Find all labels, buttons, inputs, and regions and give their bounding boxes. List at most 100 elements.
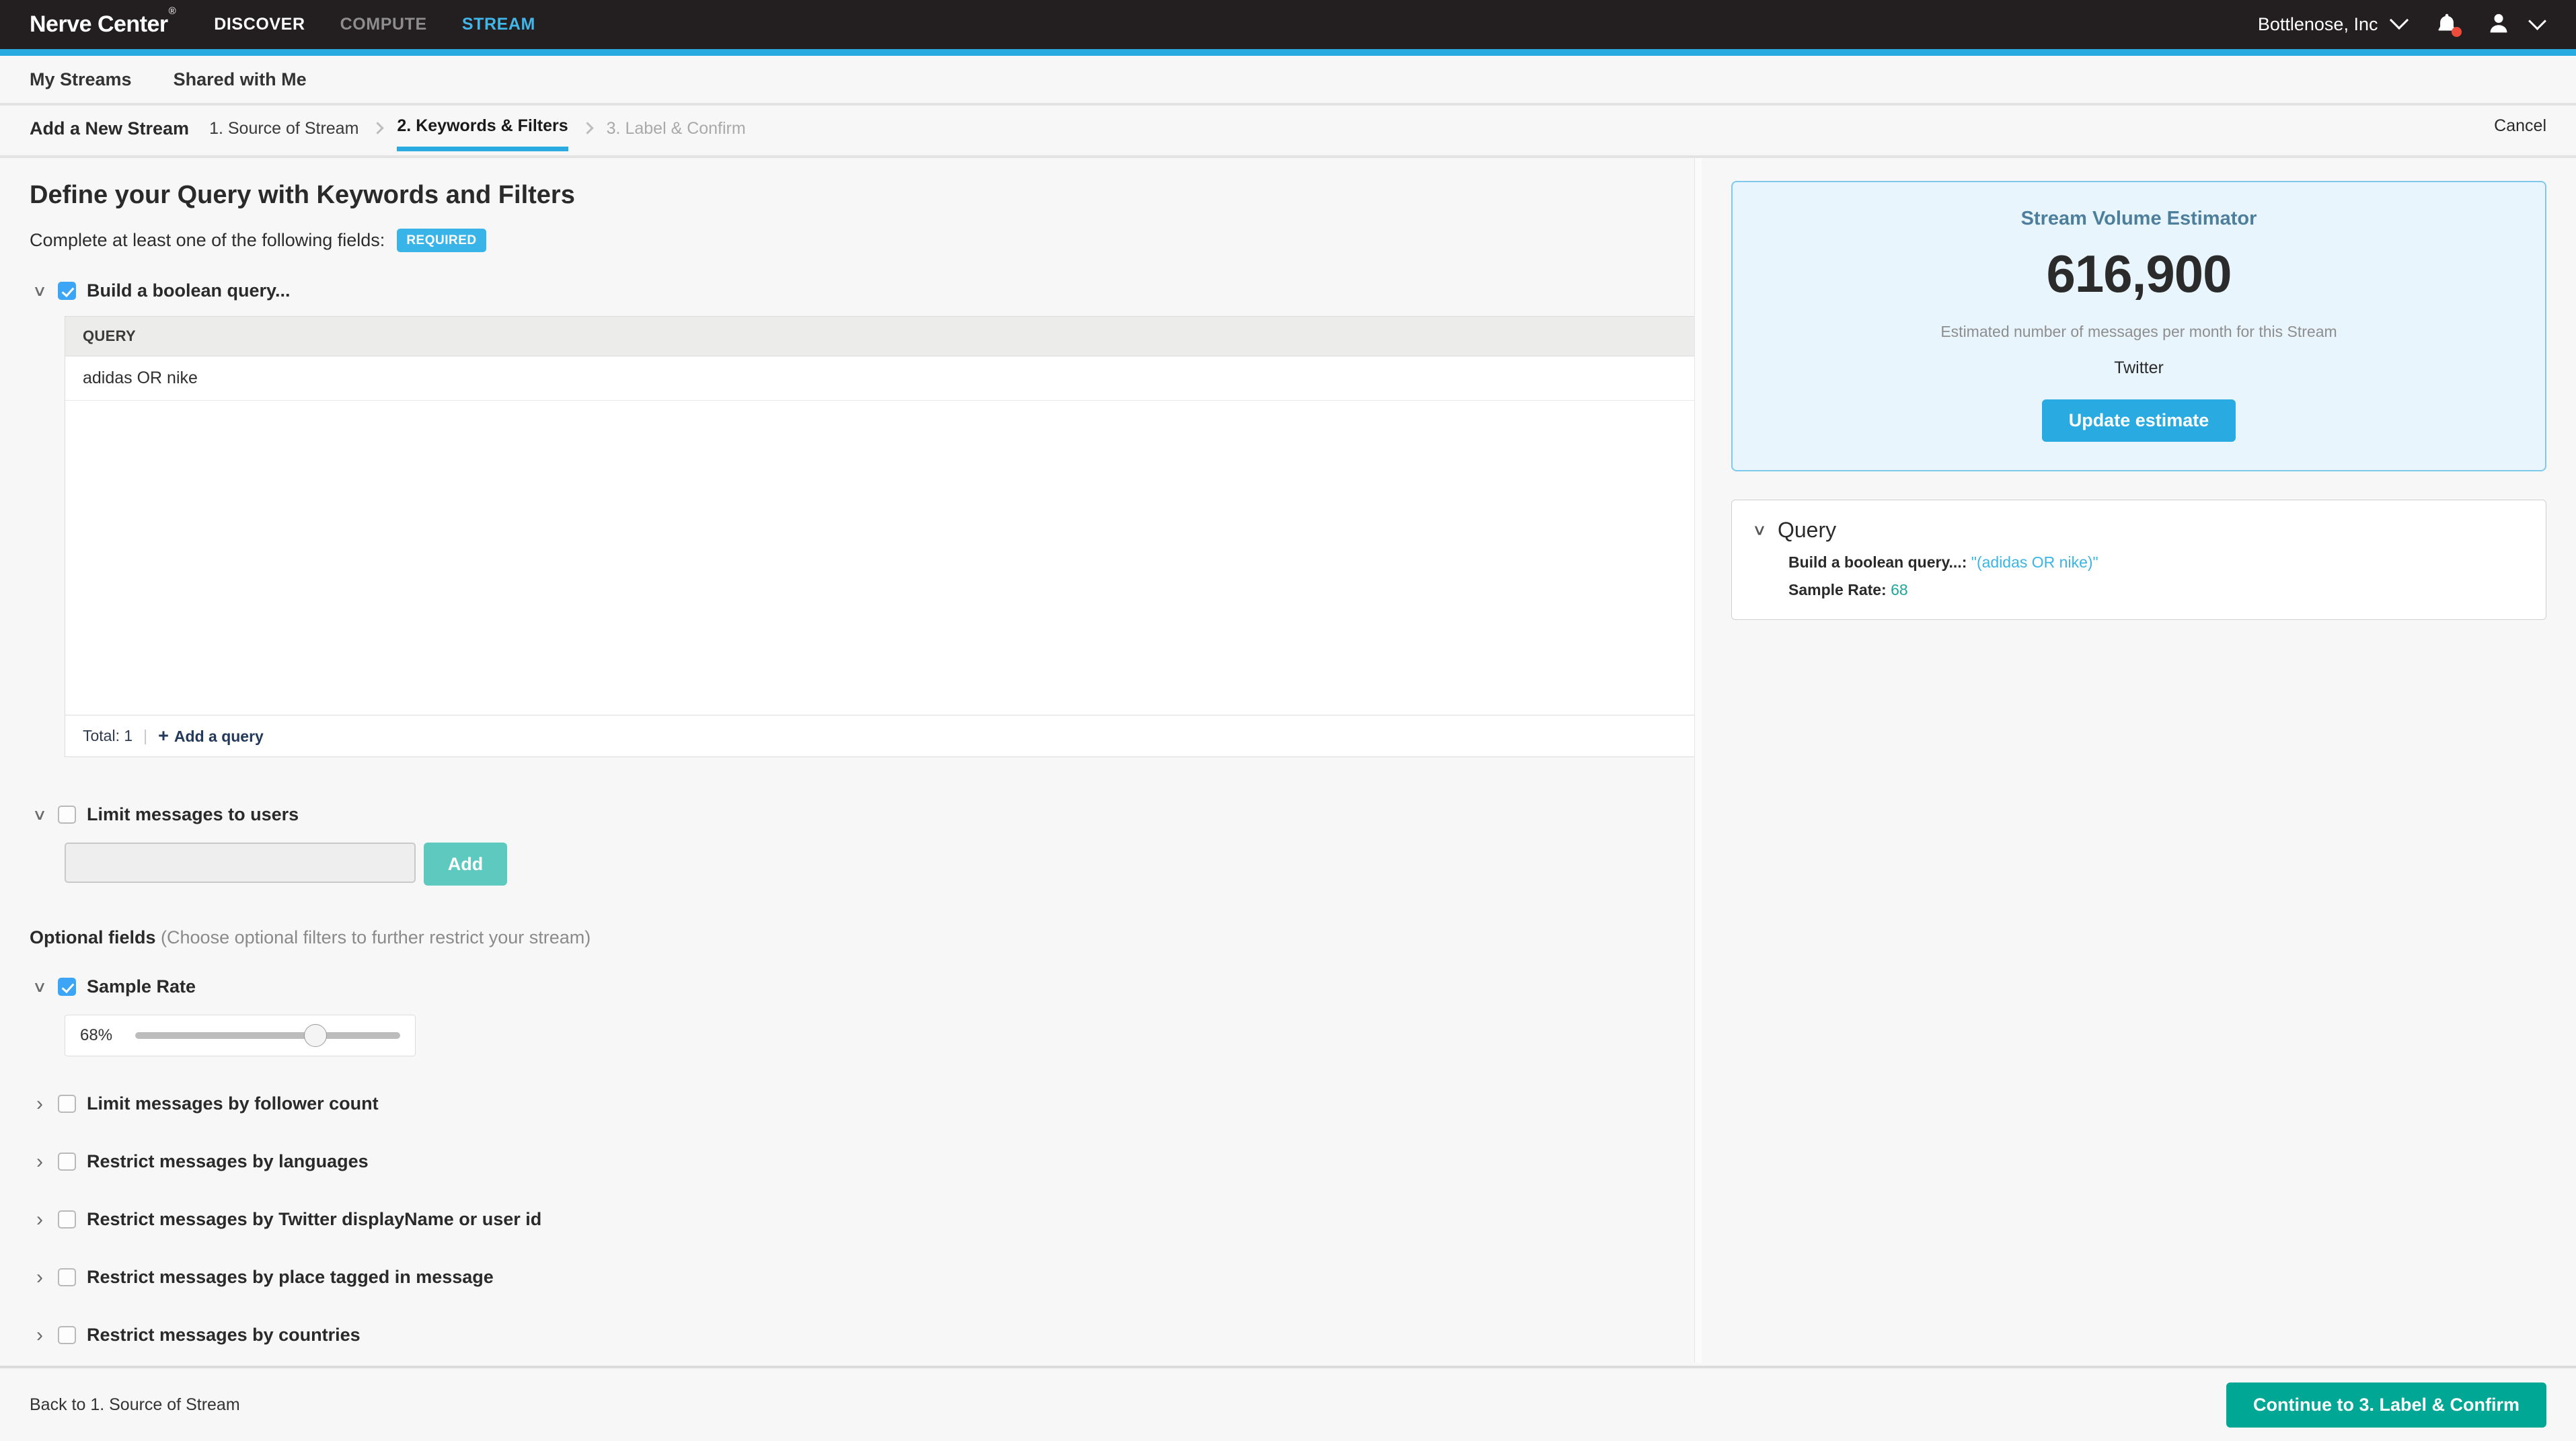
query-summary-boolean-label: Build a boolean query...: bbox=[1788, 553, 1967, 571]
query-summary-boolean-value: "(adidas OR nike)" bbox=[1971, 553, 2098, 571]
footer-divider: | bbox=[143, 727, 148, 744]
back-to-source-link[interactable]: Back to 1. Source of Stream bbox=[30, 1395, 240, 1415]
sample-rate-value-label: 68% bbox=[80, 1026, 113, 1044]
registered-trademark-icon: ® bbox=[168, 5, 176, 17]
wizard-footer: Back to 1. Source of Stream Continue to … bbox=[0, 1366, 2576, 1441]
summary-sidebar: Stream Volume Estimator 616,900 Estimate… bbox=[1702, 158, 2576, 1363]
chevron-right-icon bbox=[580, 121, 594, 134]
stream-tabs-bar: My Streams Shared with Me bbox=[0, 56, 2576, 106]
optional-filter-checkbox[interactable] bbox=[58, 1210, 76, 1229]
sample-rate-slider-track[interactable] bbox=[135, 1024, 400, 1047]
chevron-down-icon[interactable]: ∨ bbox=[30, 979, 50, 995]
query-summary-sample-label: Sample Rate: bbox=[1788, 581, 1887, 598]
query-total-label: Total: 1 bbox=[83, 727, 133, 744]
continue-button[interactable]: Continue to 3. Label & Confirm bbox=[2226, 1382, 2546, 1428]
chevron-right-icon[interactable]: › bbox=[30, 1267, 50, 1288]
optional-fields-title: Optional fields bbox=[30, 927, 156, 947]
query-table: QUERY adidas OR nike Total: 1 | + Add a q… bbox=[65, 316, 1702, 757]
optional-filter-label: Restrict messages by place tagged in mes… bbox=[87, 1267, 494, 1287]
app-logo-text: Nerve Center bbox=[30, 11, 168, 37]
sample-rate-slider-box: 68% bbox=[65, 1015, 416, 1056]
org-selector[interactable]: Bottlenose, Inc bbox=[2258, 10, 2409, 35]
breadcrumb: Add a New Stream 1. Source of Stream 2. … bbox=[0, 106, 2576, 158]
user-menu-chevron-down-icon[interactable] bbox=[2528, 12, 2546, 30]
primary-nav-links: DISCOVER COMPUTE STREAM bbox=[214, 15, 535, 34]
optional-fields-heading: Optional fields (Choose optional filters… bbox=[30, 927, 1702, 948]
limit-users-label: Limit messages to users bbox=[87, 804, 299, 824]
sample-rate-section-header: ∨ Sample Rate bbox=[30, 976, 1702, 997]
optional-filter-checkbox[interactable] bbox=[58, 1095, 76, 1113]
add-query-label: Add a query bbox=[174, 728, 264, 745]
chevron-right-icon[interactable]: › bbox=[30, 1151, 50, 1172]
user-icon bbox=[2490, 13, 2507, 33]
query-summary-title: Query bbox=[1777, 518, 1837, 542]
optional-filter-row: › Limit messages by follower count bbox=[30, 1093, 1702, 1114]
top-navigation-bar: Nerve Center® DISCOVER COMPUTE STREAM Bo… bbox=[0, 0, 2576, 49]
boolean-query-section-header: ∨ Build a boolean query... bbox=[30, 280, 1702, 301]
chevron-right-icon[interactable]: › bbox=[30, 1325, 50, 1346]
top-nav-right-group: Bottlenose, Inc bbox=[2258, 10, 2546, 38]
boolean-query-label: Build a boolean query... bbox=[87, 280, 291, 301]
optional-filter-label: Restrict messages by countries bbox=[87, 1325, 361, 1345]
limit-users-checkbox[interactable] bbox=[58, 806, 76, 824]
sample-rate-slider-thumb[interactable] bbox=[303, 1024, 327, 1047]
table-row[interactable]: adidas OR nike bbox=[65, 356, 1701, 401]
optional-filter-row: › Restrict messages by languages bbox=[30, 1151, 1702, 1172]
stream-volume-estimator-card: Stream Volume Estimator 616,900 Estimate… bbox=[1731, 181, 2546, 471]
required-notice-text: Complete at least one of the following f… bbox=[30, 230, 385, 250]
filters-panel: Define your Query with Keywords and Filt… bbox=[0, 158, 1702, 1363]
tab-my-streams[interactable]: My Streams bbox=[30, 69, 132, 90]
optional-filter-checkbox[interactable] bbox=[58, 1326, 76, 1344]
chevron-right-icon[interactable]: › bbox=[30, 1209, 50, 1230]
notifications-bell-button[interactable] bbox=[2435, 12, 2462, 38]
query-summary-boolean-row: Build a boolean query...: "(adidas OR ni… bbox=[1788, 553, 2526, 572]
cancel-link[interactable]: Cancel bbox=[2494, 116, 2546, 145]
optional-fields-hint: (Choose optional filters to further rest… bbox=[161, 927, 591, 947]
optional-filter-label: Restrict messages by Twitter displayName… bbox=[87, 1209, 542, 1229]
boolean-query-checkbox[interactable] bbox=[58, 282, 76, 300]
add-user-button[interactable]: Add bbox=[424, 843, 507, 886]
estimator-subtitle: Estimated number of messages per month f… bbox=[1940, 323, 2337, 340]
section-heading: Define your Query with Keywords and Filt… bbox=[30, 181, 575, 209]
sample-rate-label: Sample Rate bbox=[87, 976, 196, 997]
query-summary-card: ∨ Query Build a boolean query...: "(adid… bbox=[1731, 500, 2546, 620]
optional-filter-list: › Limit messages by follower count › Restri… bbox=[30, 1093, 1702, 1363]
nav-link-compute[interactable]: COMPUTE bbox=[340, 15, 427, 34]
query-table-body: adidas OR nike bbox=[65, 356, 1701, 715]
chevron-right-icon[interactable]: › bbox=[30, 1093, 50, 1114]
estimator-title: Stream Volume Estimator bbox=[2020, 208, 2257, 229]
optional-filter-label: Restrict messages by languages bbox=[87, 1151, 369, 1171]
query-summary-sample-row: Sample Rate: 68 bbox=[1788, 581, 2526, 599]
optional-filter-checkbox[interactable] bbox=[58, 1268, 76, 1286]
tab-shared-with-me[interactable]: Shared with Me bbox=[174, 69, 307, 90]
accent-bar bbox=[0, 49, 2576, 56]
step-3-label-and-confirm[interactable]: 3. Label & Confirm bbox=[607, 108, 746, 149]
chevron-down-icon bbox=[2389, 10, 2409, 30]
nav-link-stream[interactable]: STREAM bbox=[462, 15, 535, 34]
chevron-down-icon[interactable]: ∨ bbox=[1752, 521, 1767, 539]
chevron-down-icon[interactable]: ∨ bbox=[30, 283, 50, 299]
filters-scrollbar-track[interactable] bbox=[1694, 158, 1702, 1363]
page-content: Define your Query with Keywords and Filt… bbox=[0, 158, 2576, 1363]
query-table-footer: Total: 1 | + Add a query bbox=[65, 715, 1701, 756]
optional-filter-row: › Restrict messages by Twitter displayNam… bbox=[30, 1209, 1702, 1230]
limit-users-section-header: ∨ Limit messages to users bbox=[30, 804, 1702, 825]
page-title: Add a New Stream bbox=[30, 118, 190, 139]
add-query-button[interactable]: + Add a query bbox=[158, 726, 264, 746]
step-2-keywords-and-filters[interactable]: 2. Keywords & Filters bbox=[397, 106, 568, 151]
user-account-button[interactable] bbox=[2488, 11, 2509, 38]
optional-filter-label: Limit messages by follower count bbox=[87, 1093, 379, 1114]
optional-filter-checkbox[interactable] bbox=[58, 1153, 76, 1171]
app-logo[interactable]: Nerve Center® bbox=[30, 5, 176, 38]
nav-link-discover[interactable]: DISCOVER bbox=[214, 15, 305, 34]
update-estimate-button[interactable]: Update estimate bbox=[2041, 399, 2236, 442]
chevron-down-icon[interactable]: ∨ bbox=[30, 807, 50, 822]
sample-rate-checkbox[interactable] bbox=[58, 978, 76, 996]
limit-users-input[interactable] bbox=[65, 843, 416, 883]
chevron-right-icon bbox=[371, 121, 385, 134]
query-summary-header: ∨ Query bbox=[1752, 518, 2526, 543]
step-1-source-of-stream[interactable]: 1. Source of Stream bbox=[209, 108, 358, 149]
query-summary-sample-value: 68 bbox=[1891, 581, 1908, 598]
optional-filter-row: › Restrict messages by place tagged in me… bbox=[30, 1267, 1702, 1288]
